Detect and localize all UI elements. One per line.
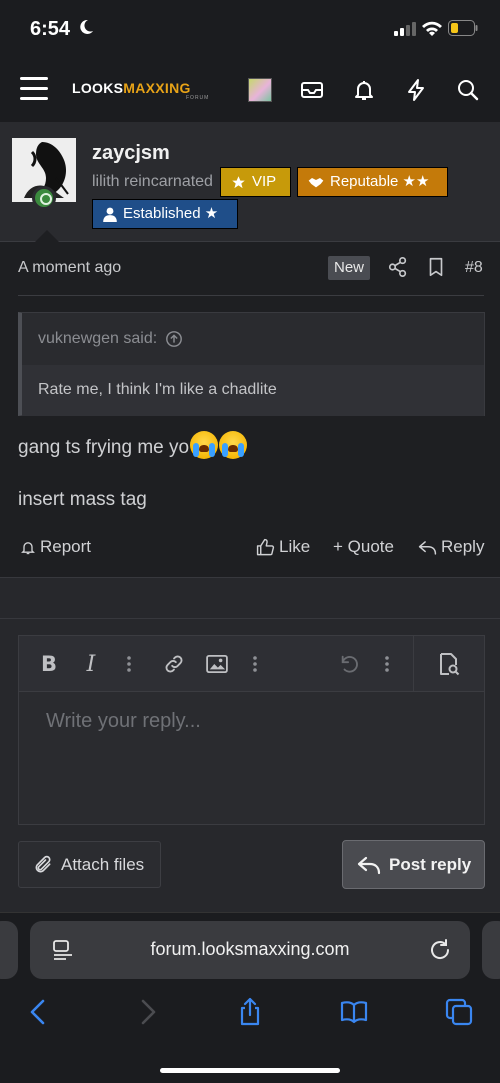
quote-label: + Quote	[333, 537, 394, 556]
handshake-icon	[308, 178, 324, 188]
tabs-icon[interactable]	[444, 997, 474, 1027]
bolt-icon[interactable]	[404, 78, 428, 102]
arrow-up-circle-icon	[166, 331, 183, 347]
paperclip-icon	[35, 855, 51, 872]
reply-button[interactable]: Reply	[418, 537, 484, 557]
badge-vip: VIP	[220, 167, 291, 197]
user-title: lilith reincarnated	[92, 173, 213, 190]
quote-block: vuknewgen said: Rate me, I think I'm lik…	[18, 312, 485, 416]
more-options-icon[interactable]	[117, 652, 141, 676]
crying-emoji-icon	[190, 431, 219, 459]
post-reply-label: Post reply	[389, 854, 472, 874]
mail-icon[interactable]	[300, 78, 324, 102]
editor-toolbar: B I	[19, 636, 484, 692]
battery-icon	[448, 20, 478, 36]
forum-nav-bar: LOOKSMAXXING FORUM	[0, 58, 500, 122]
reply-arrow-icon	[357, 856, 381, 874]
share-icon[interactable]	[235, 997, 265, 1027]
crying-emoji-icon	[219, 431, 248, 459]
image-icon[interactable]	[205, 652, 229, 676]
post-author-header: zaycjsm lilith reincarnated VIP Reputabl…	[0, 122, 500, 243]
forward-icon[interactable]	[132, 997, 162, 1027]
bell-icon	[21, 541, 35, 554]
report-label: Report	[40, 537, 92, 556]
quote-header[interactable]: vuknewgen said:	[38, 330, 183, 348]
section-divider	[0, 618, 500, 619]
wifi-icon	[422, 21, 442, 36]
report-button[interactable]: Report	[20, 537, 91, 557]
browser-toolbar: forum.looksmaxxing.com	[0, 912, 500, 1083]
undo-icon[interactable]	[338, 652, 362, 676]
post-username[interactable]: zaycjsm	[92, 142, 170, 165]
post-reply-button[interactable]: Post reply	[342, 840, 485, 889]
brand-main: LOOKS	[72, 80, 124, 96]
site-logo[interactable]: LOOKSMAXXING	[72, 80, 191, 96]
quote-button[interactable]: + Quote	[333, 537, 394, 557]
brand-sub: FORUM	[186, 95, 210, 101]
bold-button[interactable]: B	[37, 652, 61, 676]
home-indicator[interactable]	[160, 1068, 340, 1073]
italic-button[interactable]: I	[79, 652, 103, 677]
bookmark-icon[interactable]	[425, 256, 447, 278]
post-body-line: insert mass tag	[18, 489, 147, 510]
preview-icon[interactable]	[437, 652, 461, 676]
search-icon[interactable]	[456, 78, 480, 102]
reload-icon[interactable]	[428, 938, 452, 962]
badge-reputable: Reputable ★★	[297, 167, 448, 197]
status-bar: 6:54	[0, 0, 500, 58]
menu-icon[interactable]	[20, 77, 48, 101]
user-icon	[103, 207, 117, 222]
badge-established: Established ★	[92, 199, 238, 229]
next-tab-preview[interactable]	[482, 921, 500, 979]
badge-vip-label: VIP	[252, 173, 277, 190]
meta-divider	[18, 295, 484, 296]
avatar[interactable]	[248, 78, 272, 102]
address-bar[interactable]: forum.looksmaxxing.com	[30, 921, 470, 979]
like-label: Like	[279, 537, 311, 556]
post-number[interactable]: #8	[465, 259, 483, 277]
post-body-line: gang ts frying me yo	[18, 431, 248, 459]
post-timestamp[interactable]: A moment ago	[18, 259, 121, 277]
moon-icon	[80, 19, 93, 34]
reply-arrow-icon	[418, 540, 437, 555]
link-icon[interactable]	[162, 652, 186, 676]
badge-reputable-label: Reputable ★★	[330, 173, 430, 190]
cellular-signal-icon	[394, 22, 416, 36]
share-icon[interactable]	[387, 256, 409, 278]
previous-tab-preview[interactable]	[0, 921, 18, 979]
header-pointer	[34, 230, 60, 243]
bookmarks-icon[interactable]	[339, 997, 369, 1027]
post-body-text: gang ts frying me yo	[18, 437, 190, 458]
thread-content: zaycjsm lilith reincarnated VIP Reputabl…	[0, 122, 500, 912]
quote-author: vuknewgen said:	[38, 330, 158, 347]
thumbs-up-icon	[256, 538, 275, 555]
toolbar-separator	[413, 636, 414, 692]
reply-label: Reply	[441, 537, 485, 556]
attach-files-label: Attach files	[61, 854, 145, 874]
quick-reply-section: B I Write your reply... Attach files Pos…	[0, 577, 500, 912]
bell-icon[interactable]	[352, 78, 376, 102]
back-icon[interactable]	[24, 997, 54, 1027]
quote-text: Rate me, I think I'm like a chadlite	[38, 381, 277, 398]
new-badge: New	[328, 256, 370, 280]
reply-editor: B I Write your reply...	[18, 635, 485, 825]
brand-accent: MAXXING	[123, 80, 191, 96]
attach-files-button[interactable]: Attach files	[18, 841, 161, 888]
online-status-icon	[32, 186, 56, 210]
url-text: forum.looksmaxxing.com	[150, 939, 350, 959]
reply-input[interactable]: Write your reply...	[46, 710, 201, 733]
like-button[interactable]: Like	[256, 537, 310, 557]
badge-established-label: Established ★	[123, 205, 219, 222]
more-options-icon[interactable]	[375, 652, 399, 676]
star-icon	[232, 175, 245, 188]
more-options-icon[interactable]	[243, 652, 267, 676]
status-time: 6:54	[30, 18, 71, 40]
